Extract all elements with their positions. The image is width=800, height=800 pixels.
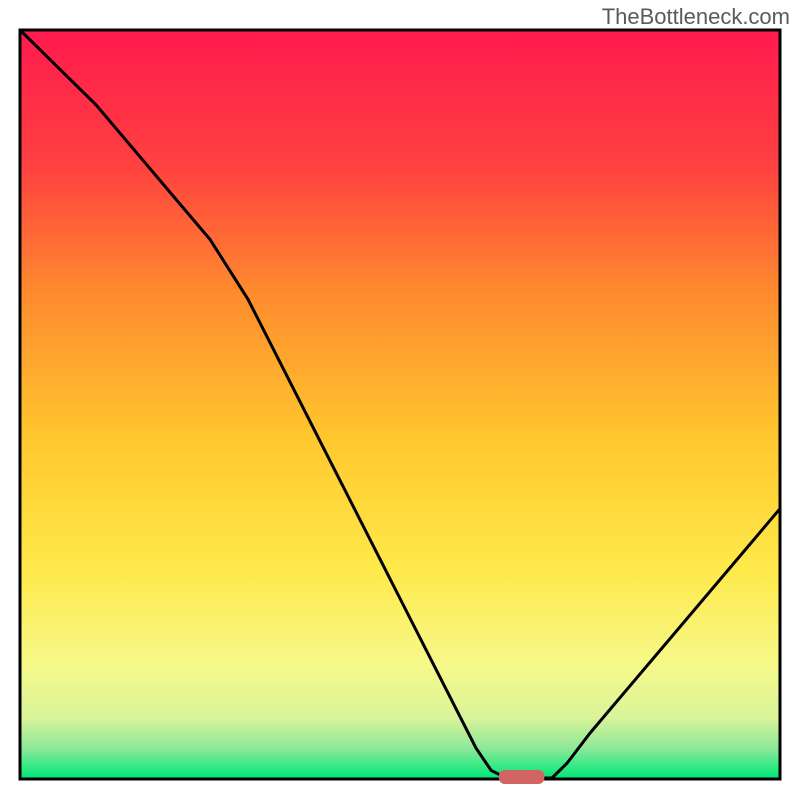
chart-svg [0, 0, 800, 800]
chart-container: TheBottleneck.com [0, 0, 800, 800]
watermark-text: TheBottleneck.com [602, 4, 790, 30]
minimum-marker [499, 770, 545, 784]
gradient-background [20, 30, 780, 778]
